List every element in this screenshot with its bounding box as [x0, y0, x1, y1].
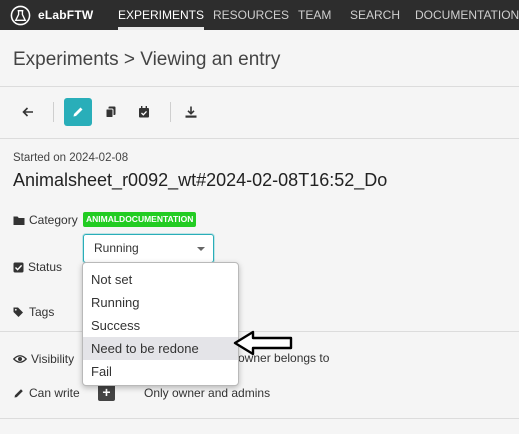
- divider: [0, 86, 519, 87]
- status-option-success[interactable]: Success: [83, 314, 238, 337]
- status-dropdown: Not set Running Success Need to be redon…: [82, 262, 239, 386]
- top-navbar: eLabFTW EXPERIMENTS RESOURCES TEAM SEARC…: [0, 0, 519, 30]
- folder-icon: [13, 216, 25, 225]
- status-label: Status: [13, 260, 62, 274]
- toolbar-separator: [170, 102, 171, 122]
- pencil-icon: [73, 107, 83, 117]
- canwrite-value: Only owner and admins: [144, 386, 271, 400]
- back-arrow-icon: [22, 107, 33, 117]
- canwrite-label: Can write: [13, 386, 80, 400]
- status-select[interactable]: Running: [83, 234, 214, 263]
- toolbar-separator: [53, 102, 54, 122]
- category-label-text: Category: [29, 213, 78, 227]
- visibility-label-text: Visibility: [31, 352, 75, 366]
- status-option-need-to-be-redone[interactable]: Need to be redone: [83, 337, 238, 360]
- tags-label-text: Tags: [29, 305, 55, 319]
- divider: [0, 418, 519, 419]
- status-option-running[interactable]: Running: [83, 291, 238, 314]
- tags-label: Tags: [13, 305, 54, 319]
- category-label: Category: [13, 213, 78, 227]
- download-icon: [185, 106, 197, 118]
- annotation-arrow-icon: [233, 330, 293, 356]
- status-select-value: Running: [94, 241, 139, 255]
- category-badge[interactable]: ANIMALDOCUMENTATION: [83, 212, 197, 227]
- nav-team[interactable]: TEAM: [298, 0, 331, 30]
- nav-documentation[interactable]: DOCUMENTATION: [415, 0, 519, 30]
- elabftw-logo-icon: [10, 5, 31, 25]
- calendar-check-icon: [139, 106, 149, 118]
- edit-button[interactable]: [64, 98, 92, 126]
- canwrite-label-text: Can write: [29, 386, 80, 400]
- nav-experiments[interactable]: EXPERIMENTS: [118, 0, 205, 30]
- nav-resources[interactable]: RESOURCES: [213, 0, 289, 30]
- entry-title: Animalsheet_r0092_wt#2024-02-08T16:52_Do: [13, 170, 388, 190]
- visibility-label: Visibility: [13, 352, 74, 366]
- tags-icon: [13, 307, 23, 317]
- brand[interactable]: eLabFTW: [10, 4, 93, 26]
- page-title: Experiments > Viewing an entry: [13, 49, 281, 70]
- checkbox-icon: [13, 262, 24, 272]
- back-button[interactable]: [14, 98, 42, 126]
- export-button[interactable]: [177, 98, 205, 126]
- add-canwrite-button[interactable]: +: [98, 384, 115, 401]
- nav-search[interactable]: SEARCH: [350, 0, 400, 30]
- caret-down-icon: [197, 247, 205, 251]
- timestamp-button[interactable]: [130, 98, 158, 126]
- divider: [0, 138, 519, 139]
- duplicate-icon: [105, 106, 116, 118]
- status-option-fail[interactable]: Fail: [83, 360, 238, 383]
- eye-icon: [13, 355, 27, 363]
- brand-name: eLabFTW: [38, 8, 94, 22]
- status-option-not-set[interactable]: Not set: [83, 268, 238, 291]
- started-date: Started on 2024-02-08: [13, 152, 129, 164]
- status-label-text: Status: [28, 260, 63, 274]
- pencil-icon: [14, 389, 23, 398]
- duplicate-button[interactable]: [97, 98, 125, 126]
